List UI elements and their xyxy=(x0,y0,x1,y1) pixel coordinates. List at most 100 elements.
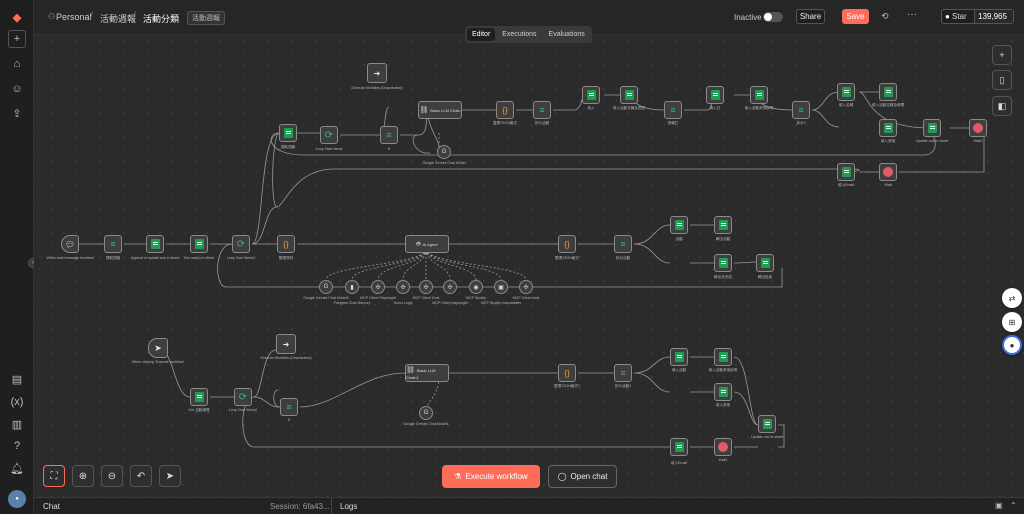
fit-view-button[interactable]: ⛶ xyxy=(43,465,65,487)
node-t12[interactable] xyxy=(837,163,855,181)
node-t2[interactable] xyxy=(620,86,638,104)
panel-toggle-icon[interactable]: ◧ xyxy=(992,96,1012,116)
node-t7[interactable] xyxy=(837,83,855,101)
tab-evaluations[interactable]: Evaluations xyxy=(544,28,590,41)
node-sheet-a[interactable]: ≡ xyxy=(104,235,122,253)
workflow-name[interactable]: 活動分類 xyxy=(143,12,179,25)
node-execute-workflow-top[interactable]: ➜ xyxy=(367,63,387,83)
node-split-activities[interactable]: ≡ xyxy=(533,101,551,119)
workflow-tag[interactable]: 活動週報 xyxy=(187,11,225,25)
logs-panel-label[interactable]: Logs xyxy=(340,502,357,511)
node-manual-trigger[interactable]: ➤ xyxy=(148,338,168,358)
tool-mcp-chat[interactable]: ✣ xyxy=(419,280,433,294)
templates-icon[interactable]: ▤ xyxy=(8,370,26,388)
node-read-report[interactable] xyxy=(279,124,297,142)
tool-spotify[interactable]: ◉ xyxy=(469,280,483,294)
home-icon[interactable]: ⌂ xyxy=(8,55,26,73)
node-r3a[interactable] xyxy=(670,348,688,366)
tool-mcp-playwright[interactable]: ✣ xyxy=(371,280,385,294)
node-t8[interactable] xyxy=(879,83,897,101)
user-icon[interactable]: ☺ xyxy=(8,80,26,98)
collapse-panel-icon[interactable]: ⌃ xyxy=(1010,501,1017,510)
n8n-logo-icon[interactable]: ◆ xyxy=(8,8,26,26)
tool-mcp-tools[interactable]: ✣ xyxy=(519,280,533,294)
node-t3[interactable]: ≡ xyxy=(664,101,682,119)
breadcrumb-project[interactable]: 活動週報 xyxy=(100,12,136,25)
tool-mcp-playwright2[interactable]: ✣ xyxy=(443,280,457,294)
node-t4[interactable] xyxy=(706,86,724,104)
node-get-sheet[interactable] xyxy=(190,388,208,406)
breadcrumb-owner[interactable]: Personal xyxy=(56,12,92,22)
node-t9[interactable] xyxy=(879,119,897,137)
variables-icon[interactable]: (x) xyxy=(8,393,26,411)
popout-icon[interactable]: ▣ xyxy=(995,501,1003,510)
node-code-json[interactable]: {} xyxy=(496,101,514,119)
translate-icon[interactable]: ⇄ xyxy=(1002,288,1022,308)
node-r2b[interactable] xyxy=(714,216,732,234)
node-loop1[interactable]: ⟳ xyxy=(232,235,250,253)
node-gemini3[interactable]: G xyxy=(419,406,433,420)
more-options-icon[interactable]: ··· xyxy=(907,9,917,20)
insights-icon[interactable]: ▥ xyxy=(8,415,26,433)
select-tool-button[interactable]: ➤ xyxy=(159,465,181,487)
node-loop-over-items[interactable]: ⟳ xyxy=(320,126,338,144)
avatar[interactable]: ● xyxy=(8,490,26,508)
node-split3[interactable]: ≡ xyxy=(280,398,298,416)
node-llm3[interactable]: ⛓ Basic LLM Chain1 xyxy=(405,364,449,382)
node-split2[interactable]: ≡ xyxy=(614,235,632,253)
chat-panel-label[interactable]: Chat xyxy=(43,502,60,511)
history-icon[interactable]: ⟲ xyxy=(881,11,889,22)
node-code2[interactable]: {} xyxy=(558,235,576,253)
sticky-note-icon[interactable]: ▯ xyxy=(992,70,1012,90)
share-icon[interactable]: ⇪ xyxy=(8,104,26,122)
notifications-icon[interactable]: 🔔︎ xyxy=(8,459,26,477)
tab-editor[interactable]: Editor xyxy=(467,28,496,41)
node-exec3[interactable]: ➜ xyxy=(276,334,296,354)
node-upd3[interactable] xyxy=(758,415,776,433)
tab-executions[interactable]: Executions xyxy=(497,28,541,41)
share-button[interactable]: Share xyxy=(796,9,825,24)
tool-sumo[interactable]: ✣ xyxy=(396,280,410,294)
node-r3b[interactable] xyxy=(714,348,732,366)
node-code3[interactable]: {} xyxy=(558,364,576,382)
workflow-canvas[interactable]: Editor Executions Evaluations 讀取週報 ⟳ Loo… xyxy=(34,26,1024,497)
node-chat-trigger[interactable]: 💬︎ xyxy=(61,235,79,253)
node-gemini-top[interactable]: G xyxy=(437,145,451,159)
assistant-icon[interactable]: ● xyxy=(1002,335,1022,355)
node-t11[interactable] xyxy=(969,119,987,137)
node-t5[interactable] xyxy=(750,86,768,104)
grid-icon[interactable]: ⊞ xyxy=(1002,312,1022,332)
execute-workflow-button[interactable]: ⚗ Execute workflow xyxy=(442,465,540,488)
node-loop3[interactable]: ⟳ xyxy=(234,388,252,406)
open-chat-button[interactable]: ◯ Open chat xyxy=(548,465,617,488)
node-t6[interactable]: ≡ xyxy=(792,101,810,119)
tool-spotify-exec[interactable]: ▣ xyxy=(494,280,508,294)
node-r3d[interactable] xyxy=(670,438,688,456)
tool-gemini[interactable]: G xyxy=(319,280,333,294)
node-code1[interactable]: {} xyxy=(277,235,295,253)
node-basic-llm-chain[interactable]: ⛓ Basic LLM Chain xyxy=(418,101,462,119)
github-star-button[interactable]: ● Star 139,965 xyxy=(941,9,1014,24)
node-t1[interactable] xyxy=(582,86,600,104)
node-if[interactable]: ≡ xyxy=(380,126,398,144)
add-icon[interactable]: + xyxy=(8,30,26,48)
node-r3c[interactable] xyxy=(714,383,732,401)
active-toggle[interactable] xyxy=(763,12,783,22)
node-t13[interactable] xyxy=(879,163,897,181)
node-r2c[interactable] xyxy=(714,254,732,272)
node-get-rows[interactable] xyxy=(190,235,208,253)
zoom-out-button[interactable]: ⊖ xyxy=(101,465,123,487)
node-split3b[interactable]: ≡ xyxy=(614,364,632,382)
add-node-button[interactable]: + xyxy=(992,45,1012,65)
help-icon[interactable]: ? xyxy=(8,437,26,455)
node-wait3[interactable] xyxy=(714,438,732,456)
zoom-in-button[interactable]: ⊕ xyxy=(72,465,94,487)
tool-postgres[interactable]: ▮ xyxy=(345,280,359,294)
node-t10[interactable] xyxy=(923,119,941,137)
save-button[interactable]: Save xyxy=(842,9,869,24)
undo-button[interactable]: ↶ xyxy=(130,465,152,487)
node-r2d[interactable] xyxy=(756,254,774,272)
node-ai-agent[interactable]: 🤖︎ AI Agent xyxy=(405,235,449,253)
node-r2a[interactable] xyxy=(670,216,688,234)
node-append-sheet[interactable] xyxy=(146,235,164,253)
